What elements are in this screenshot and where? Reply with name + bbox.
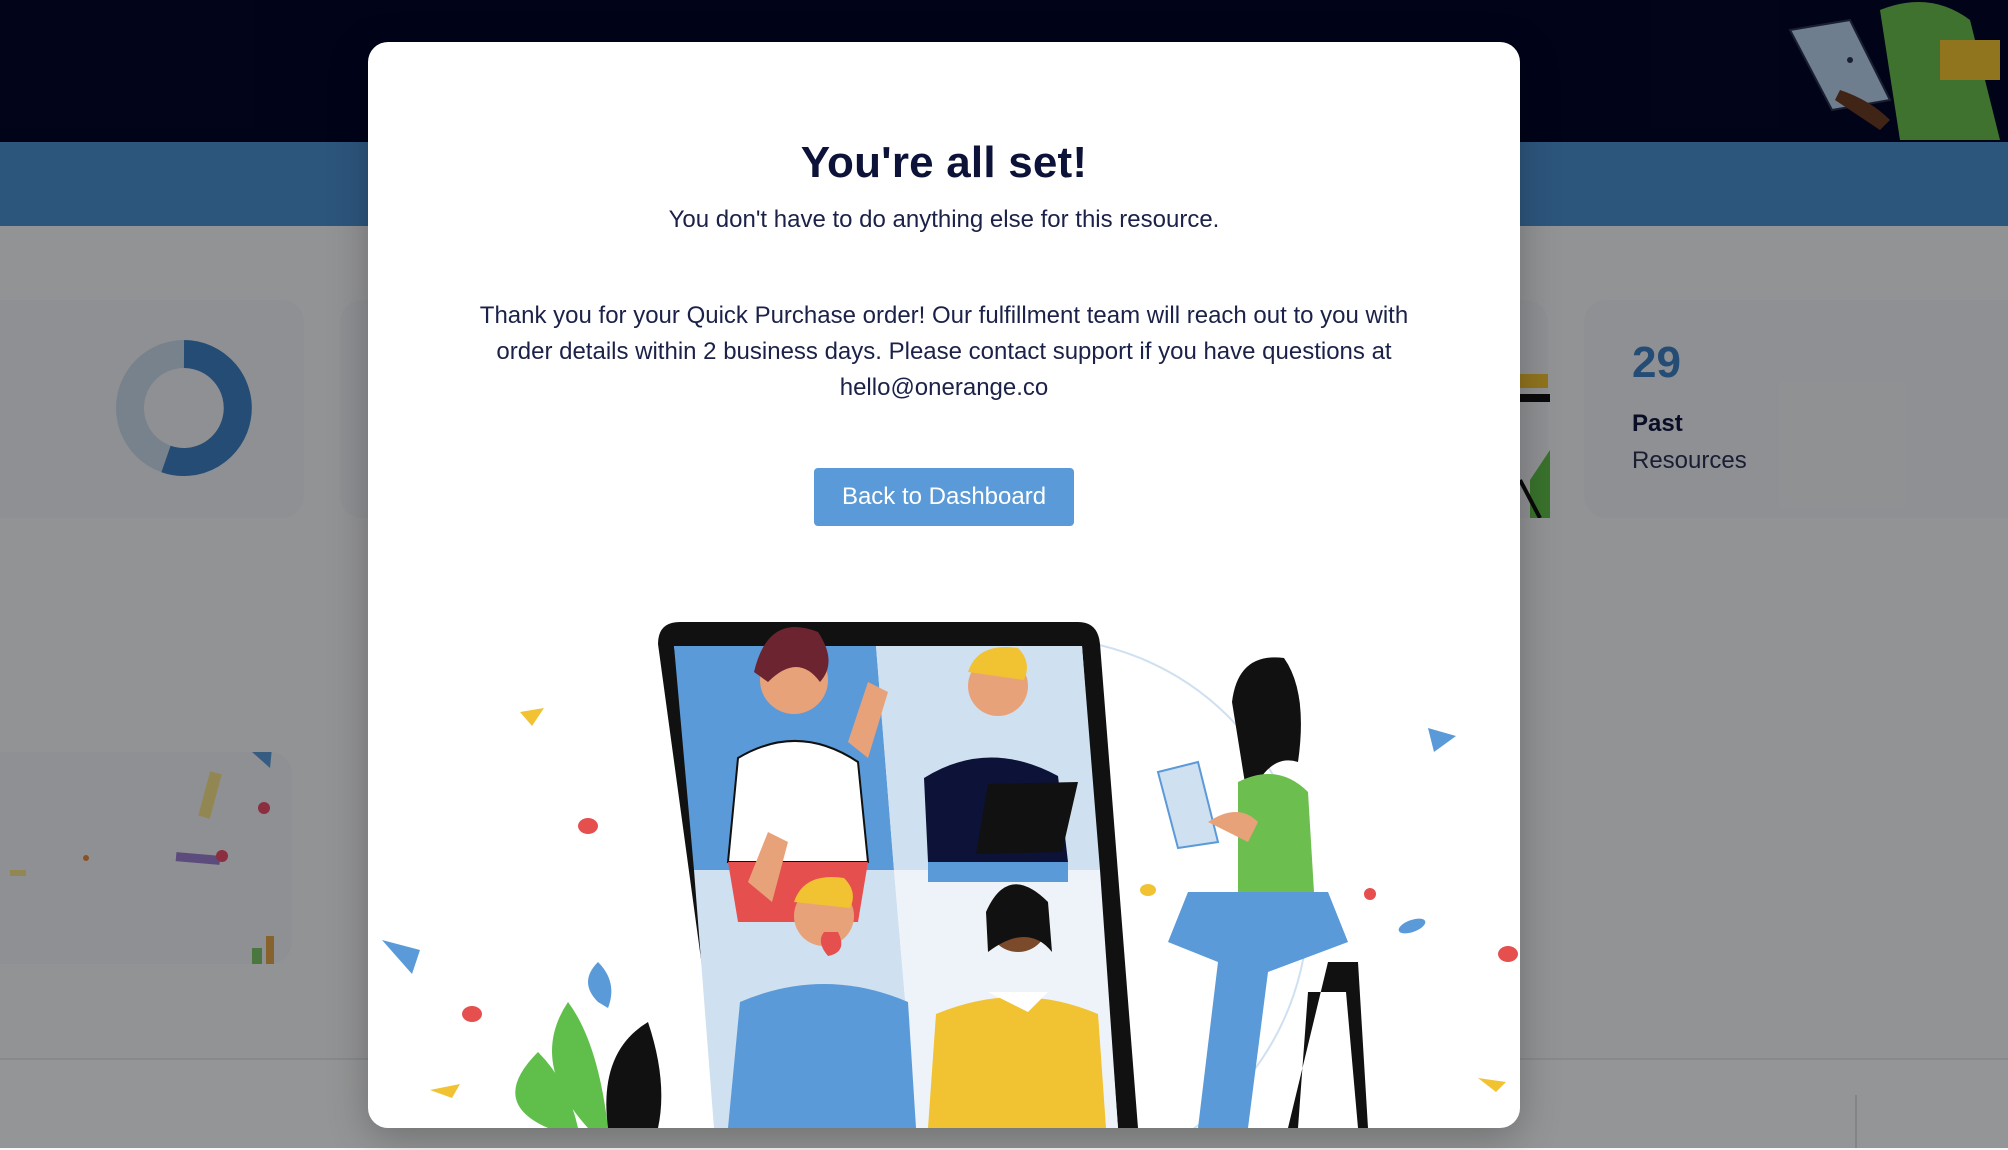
back-to-dashboard-button[interactable]: Back to Dashboard <box>814 468 1074 526</box>
team-celebration-illustration-icon <box>382 622 1518 1128</box>
modal-body-text: Thank you for your Quick Purchase order!… <box>479 302 1409 401</box>
modal-subtitle: You don't have to do anything else for t… <box>668 206 1220 233</box>
success-modal: You're all set! You don't have to do any… <box>368 42 1520 1128</box>
modal-title: You're all set! <box>800 138 1088 187</box>
